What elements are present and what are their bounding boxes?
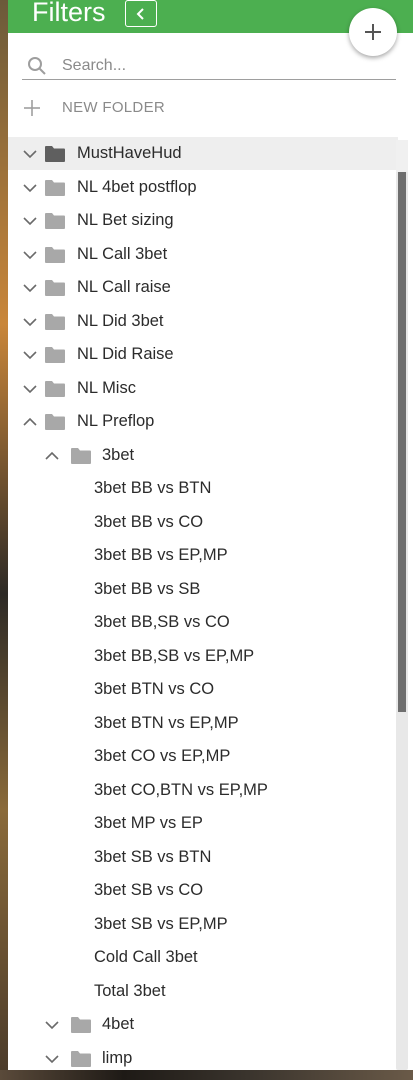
tree-folder-row[interactable]: MustHaveHud bbox=[8, 137, 398, 170]
tree-folder-row[interactable]: NL Bet sizing bbox=[8, 204, 398, 237]
tree-filter-row[interactable]: 3bet BB,SB vs EP,MP bbox=[8, 640, 398, 673]
add-filter-button[interactable] bbox=[349, 8, 397, 56]
folder-label: NL Bet sizing bbox=[77, 211, 174, 229]
folder-label: NL Did 3bet bbox=[77, 311, 164, 330]
tree-filter-row[interactable]: 3bet BB vs CO bbox=[8, 506, 398, 539]
folder-label: limp bbox=[102, 1048, 133, 1067]
tree-folder-row[interactable]: limp bbox=[8, 1042, 398, 1071]
folder-label: NL 4bet postflop bbox=[77, 177, 197, 196]
folder-icon bbox=[45, 146, 65, 162]
tree-folder-row[interactable]: NL Call 3bet bbox=[8, 238, 398, 271]
filter-label: 3bet BB,SB vs EP,MP bbox=[94, 646, 255, 665]
folder-icon bbox=[45, 380, 65, 397]
scroll-up-button[interactable] bbox=[396, 140, 408, 172]
folder-icon bbox=[71, 447, 91, 464]
search-icon bbox=[28, 57, 46, 75]
folder-icon bbox=[45, 246, 65, 263]
chevron-up-icon[interactable] bbox=[22, 414, 38, 430]
filter-label: 3bet SB vs BTN bbox=[94, 847, 212, 866]
tree-folder-row[interactable]: NL Did Raise bbox=[8, 338, 398, 371]
tree-filter-row[interactable]: 3bet SB vs BTN bbox=[8, 841, 398, 874]
filter-label: 3bet BB vs EP,MP bbox=[94, 546, 228, 564]
search-box bbox=[22, 52, 396, 80]
chevron-down-icon[interactable] bbox=[44, 1017, 60, 1033]
chevron-down-icon[interactable] bbox=[44, 1051, 60, 1067]
tree-filter-row[interactable]: 3bet BB,SB vs CO bbox=[8, 606, 398, 639]
new-folder-label: NEW FOLDER bbox=[62, 99, 166, 116]
folder-icon bbox=[45, 414, 65, 430]
tree-filter-row[interactable]: 3bet BB vs SB bbox=[8, 573, 398, 606]
tree-filter-row[interactable]: 3bet BTN vs EP,MP bbox=[8, 707, 398, 740]
tree-folder-row[interactable]: NL Call raise bbox=[8, 271, 398, 304]
tree-folder-row[interactable]: 3bet bbox=[8, 439, 398, 472]
folder-label: NL Call raise bbox=[77, 278, 171, 296]
filter-label: 3bet CO,BTN vs EP,MP bbox=[94, 780, 268, 799]
folder-label: MustHaveHud bbox=[77, 144, 182, 162]
chevron-down-icon[interactable] bbox=[22, 180, 38, 196]
folder-icon bbox=[45, 280, 65, 296]
tree-folder-row[interactable]: NL Misc bbox=[8, 372, 398, 405]
chevron-left-icon bbox=[136, 7, 144, 20]
chevron-up-icon[interactable] bbox=[44, 448, 60, 464]
filters-panel: Filters NEW FOLDER MustHaveHud NL 4bet po… bbox=[8, 0, 413, 1070]
folder-icon bbox=[71, 1050, 91, 1067]
plus-icon bbox=[24, 100, 40, 116]
filter-label: 3bet SB vs EP,MP bbox=[94, 914, 228, 933]
new-folder-button[interactable]: NEW FOLDER bbox=[22, 94, 222, 122]
folder-icon bbox=[45, 179, 65, 196]
panel-title: Filters bbox=[32, 0, 106, 27]
search-input[interactable] bbox=[62, 54, 382, 78]
filter-label: Cold Call 3bet bbox=[94, 948, 198, 966]
chevron-down-icon[interactable] bbox=[22, 213, 38, 229]
tree-folder-row[interactable]: NL Did 3bet bbox=[8, 305, 398, 338]
filter-label: 3bet BB vs CO bbox=[94, 512, 204, 531]
folder-icon bbox=[45, 313, 65, 330]
tree-filter-row[interactable]: 3bet BB vs EP,MP bbox=[8, 539, 398, 572]
tree-filter-row[interactable]: Total 3bet bbox=[8, 975, 398, 1008]
background-wallpaper-strip bbox=[0, 0, 8, 1080]
chevron-down-icon[interactable] bbox=[22, 146, 38, 162]
chevron-down-icon[interactable] bbox=[22, 314, 38, 330]
tree-scrollbar[interactable] bbox=[396, 140, 408, 1070]
tree-filter-row[interactable]: 3bet BB vs BTN bbox=[8, 472, 398, 505]
folder-label: 3bet bbox=[102, 445, 135, 464]
tree-filter-row[interactable]: 3bet SB vs CO bbox=[8, 874, 398, 907]
filter-label: 3bet MP vs EP bbox=[94, 814, 203, 832]
folder-label: 4bet bbox=[102, 1015, 135, 1033]
filter-label: 3bet BB vs BTN bbox=[94, 479, 212, 497]
filter-label: 3bet BTN vs CO bbox=[94, 680, 215, 698]
tree-folder-row[interactable]: NL Preflop bbox=[8, 405, 398, 438]
chevron-down-icon[interactable] bbox=[22, 347, 38, 363]
folder-label: NL Misc bbox=[77, 378, 136, 397]
tree-filter-row[interactable]: 3bet SB vs EP,MP bbox=[8, 908, 398, 941]
folder-label: NL Did Raise bbox=[77, 345, 174, 363]
filter-label: 3bet BTN vs EP,MP bbox=[94, 713, 239, 732]
scrollbar-thumb[interactable] bbox=[398, 172, 406, 712]
tree-filter-row[interactable]: 3bet MP vs EP bbox=[8, 807, 398, 840]
chevron-down-icon[interactable] bbox=[22, 381, 38, 397]
plus-icon bbox=[365, 24, 381, 40]
background-taskbar-strip bbox=[0, 1070, 413, 1080]
tree-folder-row[interactable]: NL 4bet postflop bbox=[8, 171, 398, 204]
filter-label: 3bet BB vs SB bbox=[94, 579, 201, 598]
filter-label: 3bet SB vs CO bbox=[94, 881, 204, 899]
collapse-panel-button[interactable] bbox=[125, 0, 157, 27]
filter-label: 3bet BB,SB vs CO bbox=[94, 613, 230, 631]
folder-icon bbox=[71, 1017, 91, 1033]
tree-folder-row[interactable]: 4bet bbox=[8, 1008, 398, 1041]
tree-filter-row[interactable]: 3bet CO vs EP,MP bbox=[8, 740, 398, 773]
folder-icon bbox=[45, 213, 65, 229]
tree-filter-row[interactable]: Cold Call 3bet bbox=[8, 941, 398, 974]
filter-label: 3bet CO vs EP,MP bbox=[94, 747, 231, 765]
filter-label: Total 3bet bbox=[94, 981, 166, 1000]
tree-filter-row[interactable]: 3bet BTN vs CO bbox=[8, 673, 398, 706]
folder-label: NL Preflop bbox=[77, 412, 155, 430]
tree-filter-row[interactable]: 3bet CO,BTN vs EP,MP bbox=[8, 774, 398, 807]
chevron-down-icon[interactable] bbox=[22, 247, 38, 263]
folder-icon bbox=[45, 347, 65, 363]
chevron-down-icon[interactable] bbox=[22, 280, 38, 296]
folder-label: NL Call 3bet bbox=[77, 244, 168, 263]
